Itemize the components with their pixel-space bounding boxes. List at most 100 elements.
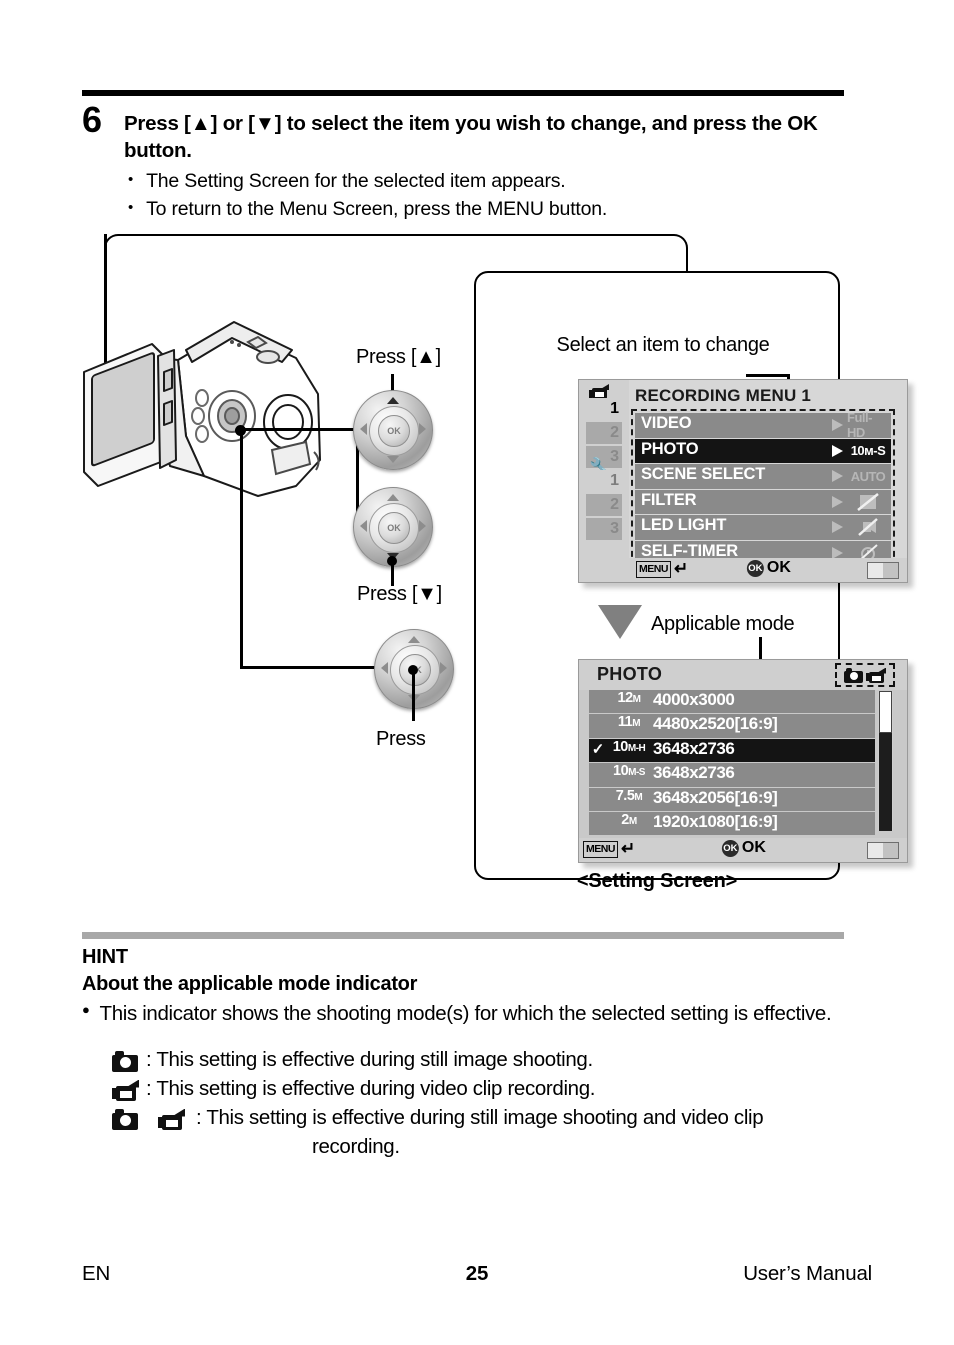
- option-resolution: 4000x3000: [653, 690, 735, 709]
- press-ok-leader: [412, 669, 415, 721]
- back-arrow-icon: ↵: [621, 839, 636, 858]
- battery-icon: [867, 842, 899, 859]
- list-item[interactable]: 12M 4000x3000: [589, 690, 875, 714]
- sidebar-tab-rec-2[interactable]: 2: [586, 422, 622, 444]
- list-item: • To return to the Menu Screen, press th…: [128, 196, 842, 224]
- select-item-callout: Select an item to change: [556, 334, 770, 356]
- legend-text: : This setting is effective during video…: [146, 1077, 596, 1100]
- dpad-up-arrow-icon: [387, 397, 399, 404]
- option-megapixels: 2M: [621, 811, 637, 828]
- hint-rule: [82, 932, 844, 939]
- dpad-down-arrow-icon: [387, 456, 399, 463]
- filter-off-icon: [847, 491, 889, 513]
- ok-key-badge: OK: [746, 559, 764, 577]
- menu-item-video[interactable]: VIDEO Full-HD: [635, 410, 891, 440]
- chevron-right-icon: [832, 444, 843, 457]
- chevron-right-icon: [832, 419, 843, 431]
- bullet-text: To return to the Menu Screen, press the …: [146, 197, 608, 220]
- scrollbar-thumb[interactable]: [879, 733, 892, 831]
- down-triangle-icon: [598, 605, 642, 639]
- dpad-up-arrow-icon: [387, 494, 399, 501]
- menu-key-badge[interactable]: MENU: [636, 561, 671, 578]
- step-heading: Press [▲] or [▼] to select the item you …: [124, 112, 818, 163]
- setting-screen-caption: <Setting Screen>: [576, 870, 738, 892]
- sidebar-tab-setup-1[interactable]: 1: [586, 470, 622, 492]
- photo-option-list: 12M 4000x3000 11M 4480x2520[16:9] ✓ 10M-…: [589, 690, 875, 836]
- hint-bullet-text: This indicator shows the shooting mode(s…: [99, 1002, 832, 1025]
- list-item[interactable]: 10M-S 3648x2736: [589, 763, 875, 787]
- photo-screen-footer: MENU ↵ OK OK: [579, 838, 907, 862]
- led-off-icon: [847, 516, 889, 538]
- dpad-left-arrow-icon: [360, 423, 367, 435]
- step-bullet-list: • The Setting Screen for the selected it…: [128, 168, 842, 223]
- select-item-leader-h: [746, 374, 790, 377]
- list-item[interactable]: 7.5M 3648x2056[16:9]: [589, 787, 875, 811]
- list-item: : This setting is effective during still…: [112, 1048, 852, 1077]
- option-megapixels: 10M-H: [612, 738, 646, 755]
- dpad-up[interactable]: OK: [353, 390, 433, 470]
- connector-h-upper: [240, 428, 359, 431]
- legend-text: : This setting is effective during still…: [146, 1048, 593, 1071]
- illustration-area: Press [▲] OK OK Press [▼] Press Select a…: [82, 228, 908, 892]
- sidebar-tab-rec-1[interactable]: 1: [586, 398, 622, 420]
- still-and-video-icons: [112, 1106, 196, 1132]
- menu-item-led-light[interactable]: LED LIGHT: [635, 515, 891, 540]
- menu-key-badge[interactable]: MENU: [583, 841, 618, 858]
- option-megapixels: 11M: [617, 714, 641, 731]
- list-item[interactable]: 2M 1920x1080[16:9]: [589, 811, 875, 836]
- press-label: Press: [376, 728, 426, 750]
- step-number: 6: [82, 99, 102, 140]
- camera-illustration: [83, 321, 321, 497]
- menu-item-scene-select[interactable]: SCENE SELECT AUTO: [635, 464, 891, 489]
- menu-item-label: VIDEO: [641, 414, 692, 432]
- chevron-right-icon: [832, 521, 843, 533]
- option-megapixels: 10M-S: [613, 763, 645, 780]
- video-clip-icon: [866, 667, 886, 683]
- ok-button[interactable]: OK: [378, 512, 410, 544]
- sidebar-tab-setup-3[interactable]: 3: [586, 518, 622, 540]
- option-resolution: 3648x2056[16:9]: [653, 787, 778, 807]
- bullet-text: The Setting Screen for the selected item…: [146, 170, 566, 192]
- hint-title: HINT: [82, 946, 128, 968]
- ok-hint-label: OK: [741, 839, 766, 856]
- press-down-label: Press [▼]: [357, 583, 442, 605]
- applicable-mode-indicator: [835, 663, 895, 687]
- ok-hint-label: OK: [766, 559, 791, 576]
- dpad-up-arrow-icon: [408, 636, 420, 643]
- still-image-icon: [112, 1108, 138, 1130]
- applicable-mode-callout: Applicable mode: [651, 613, 795, 635]
- legend-text-continuation: recording.: [312, 1135, 400, 1158]
- section-rule: [82, 90, 844, 96]
- list-item[interactable]: ✓ 10M-H 3648x2736: [589, 738, 875, 763]
- bullet-dot-icon: ●: [82, 1002, 90, 1017]
- dpad-right-arrow-icon: [440, 662, 447, 674]
- scrollbar-thumb-upper[interactable]: [879, 691, 892, 733]
- option-megapixels: 7.5M: [615, 787, 643, 804]
- dpad-left-arrow-icon: [360, 520, 367, 532]
- still-image-icon: [844, 667, 863, 683]
- ok-hint: OK OK: [721, 839, 766, 857]
- chevron-right-icon: [832, 470, 843, 482]
- hint-subtitle: About the applicable mode indicator: [82, 973, 418, 995]
- list-item: : This setting is effective during video…: [112, 1077, 852, 1106]
- list-item[interactable]: 11M 4480x2520[16:9]: [589, 714, 875, 738]
- menu-item-label: SCENE SELECT: [641, 465, 766, 483]
- option-resolution: 3648x2736: [653, 738, 735, 758]
- bullet-dot-icon: •: [128, 198, 134, 216]
- menu-item-photo[interactable]: PHOTO 10ᴍ-S: [635, 438, 891, 463]
- dpad-down[interactable]: OK: [353, 487, 433, 567]
- ok-button[interactable]: OK: [378, 415, 410, 447]
- photo-screen-header: PHOTO: [579, 660, 907, 690]
- sidebar-tab-setup-2[interactable]: 2: [586, 494, 622, 516]
- menu-item-filter[interactable]: FILTER: [635, 489, 891, 514]
- menu-item-label: LED LIGHT: [641, 516, 727, 534]
- dpad-right-arrow-icon: [419, 423, 426, 435]
- chevron-right-icon: [832, 495, 843, 508]
- option-megapixels: 12M: [617, 690, 641, 706]
- list-item: • The Setting Screen for the selected it…: [128, 168, 842, 196]
- option-resolution: 4480x2520[16:9]: [653, 714, 778, 734]
- connector-h-lower: [240, 666, 375, 669]
- bullet-dot-icon: •: [128, 171, 134, 188]
- recording-menu-footer: MENU ↵ OK OK: [629, 558, 907, 582]
- dpad-right-arrow-icon: [419, 520, 426, 532]
